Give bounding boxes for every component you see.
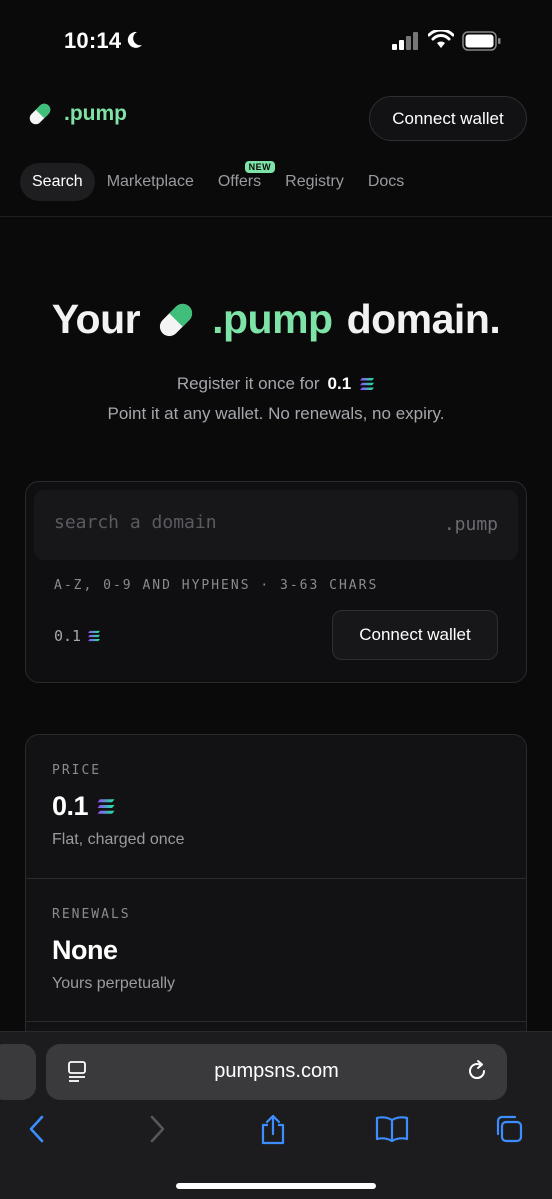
info-price-note: Flat, charged once <box>52 831 185 848</box>
pill-icon <box>29 103 51 125</box>
solana-icon <box>360 378 375 390</box>
share-icon[interactable] <box>259 1114 287 1146</box>
cellular-signal-icon <box>392 32 418 50</box>
search-card: .pump A-Z, 0-9 AND HYPHENS · 3-63 CHARS … <box>25 481 527 683</box>
back-icon[interactable] <box>26 1114 48 1144</box>
info-price-label: PRICE <box>52 763 102 778</box>
hero-title-suffix: domain. <box>346 296 501 342</box>
status-bar: 10:14 <box>0 0 552 80</box>
info-renewals-section: RENEWALS None Yours perpetually <box>26 878 526 1021</box>
tabs-icon[interactable] <box>494 1114 524 1144</box>
domain-search-box: .pump <box>34 490 518 560</box>
domain-search-input[interactable] <box>54 512 394 533</box>
hero-title-highlight: .pump <box>212 296 333 342</box>
status-time: 10:14 <box>64 28 122 53</box>
domain-suffix: .pump <box>443 514 498 535</box>
address-bar[interactable]: pumpsns.com <box>46 1044 507 1100</box>
card-price-value: 0.1 <box>54 627 82 645</box>
moon-icon <box>127 31 142 48</box>
hero-subtitle-prefix: Register it once for <box>176 374 320 393</box>
site-logo[interactable]: .pump <box>26 100 127 128</box>
wifi-icon <box>428 30 454 48</box>
info-renewals-value: None <box>52 935 118 965</box>
info-renewals-note: Yours perpetually <box>52 975 176 992</box>
info-price-value: 0.1 <box>52 791 89 821</box>
info-card: PRICE 0.1 Flat, charged once RENEWALS No… <box>25 734 527 1074</box>
info-price-value-row: 0.1 <box>52 791 116 822</box>
card-connect-wallet-button[interactable]: Connect wallet <box>332 610 498 660</box>
card-price: 0.1 <box>54 627 101 645</box>
nav-docs[interactable]: Docs <box>356 163 416 201</box>
hero-price: 0.1 <box>327 374 352 393</box>
solana-icon <box>97 799 115 814</box>
nav-marketplace[interactable]: Marketplace <box>95 163 206 201</box>
bookmarks-icon[interactable] <box>375 1114 409 1144</box>
search-hint: A-Z, 0-9 AND HYPHENS · 3-63 CHARS <box>54 578 379 593</box>
nav-offers-label: Offers <box>217 173 262 190</box>
new-badge: NEW <box>244 161 276 173</box>
hero-subtitle: Register it once for 0.1 <box>0 374 552 394</box>
logo-text: .pump <box>64 102 127 125</box>
info-price-section: PRICE 0.1 Flat, charged once <box>26 735 526 878</box>
reload-icon[interactable] <box>465 1059 489 1083</box>
info-renewals-label: RENEWALS <box>52 907 131 922</box>
solana-icon <box>88 630 101 642</box>
header-connect-wallet-button[interactable]: Connect wallet <box>369 96 527 141</box>
hero-title-prefix: Your <box>51 296 141 342</box>
header-divider <box>0 216 552 217</box>
hero-subtitle-line2: Point it at any wallet. No renewals, no … <box>107 404 445 423</box>
previous-tab-preview[interactable] <box>0 1044 36 1100</box>
browser-toolbar: pumpsns.com <box>0 1031 552 1199</box>
home-indicator <box>176 1183 376 1189</box>
nav-registry[interactable]: Registry <box>273 163 356 201</box>
hero-title: Your .pump domain. <box>0 296 552 343</box>
nav-search[interactable]: Search <box>20 163 95 201</box>
battery-icon <box>462 31 501 51</box>
pill-icon <box>159 303 193 336</box>
nav-offers[interactable]: Offers NEW <box>206 161 276 201</box>
url-text: pumpsns.com <box>214 1060 339 1082</box>
forward-icon[interactable] <box>146 1114 168 1144</box>
main-nav: Search Marketplace Offers NEW Registry D… <box>20 161 416 201</box>
